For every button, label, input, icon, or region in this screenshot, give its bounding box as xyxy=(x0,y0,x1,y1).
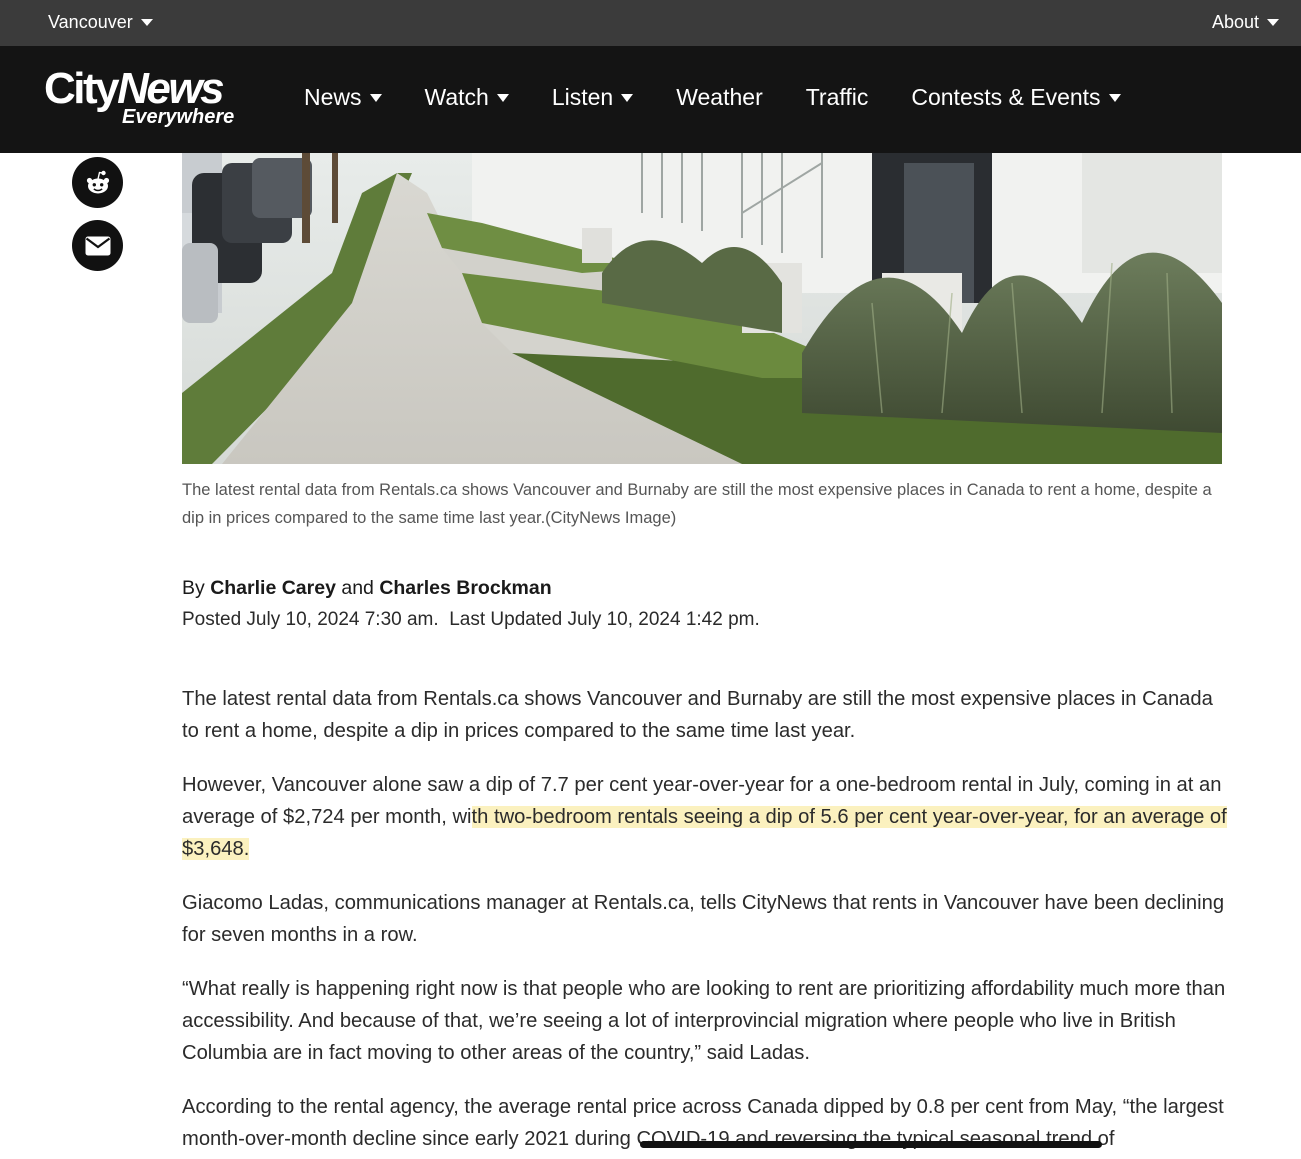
envelope-icon xyxy=(85,236,110,255)
article-byline: By Charlie Carey and Charles Brockman xyxy=(182,577,552,600)
post-timestamps: Posted July 10, 2024 7:30 am. Last Updat… xyxy=(182,609,760,630)
image-caption: The latest rental data from Rentals.ca s… xyxy=(182,481,1212,527)
reddit-icon xyxy=(86,170,109,193)
paragraph-1: The latest rental data from Rentals.ca s… xyxy=(182,688,1213,742)
citynews-logo[interactable]: CityNews Everywhere xyxy=(44,66,264,134)
home-indicator-bar xyxy=(640,1141,1102,1148)
paragraph-3: Giacomo Ladas, communications manager at… xyxy=(182,892,1225,946)
chevron-down-icon xyxy=(496,93,509,102)
top-utility-bar: Vancouver About xyxy=(0,0,1301,46)
author-link-2[interactable]: Charles Brockman xyxy=(379,577,551,599)
location-label: Vancouver xyxy=(48,12,133,32)
about-menu[interactable]: About xyxy=(1212,12,1279,33)
article-hero-image xyxy=(182,153,1222,464)
chevron-down-icon xyxy=(369,93,382,102)
nav-item-label: Traffic xyxy=(805,84,869,110)
nav-item-contests-events[interactable]: Contests & Events xyxy=(911,84,1121,111)
article-body: The latest rental data from Rentals.ca s… xyxy=(182,683,1227,1159)
chevron-down-icon xyxy=(140,19,153,26)
nav-item-label: Watch xyxy=(424,84,489,110)
nav-item-label: News xyxy=(304,84,362,110)
paragraph-4: “What really is happening right now is t… xyxy=(182,978,1226,1064)
main-navbar: CityNews Everywhere News Watch Listen We… xyxy=(0,46,1301,153)
logo-everywhere: Everywhere xyxy=(122,106,235,128)
chevron-down-icon xyxy=(1108,93,1121,102)
chevron-down-icon xyxy=(621,93,634,102)
chevron-down-icon xyxy=(1267,19,1279,26)
primary-nav: News Watch Listen Weather Traffic Contes… xyxy=(304,84,1164,111)
byline-by: By xyxy=(182,577,205,599)
paragraph-2: However, Vancouver alone saw a dip of 7.… xyxy=(182,769,1227,865)
share-reddit-button[interactable] xyxy=(72,157,123,208)
location-selector[interactable]: Vancouver xyxy=(48,12,153,33)
nav-item-listen[interactable]: Listen xyxy=(551,84,634,111)
nav-item-traffic[interactable]: Traffic xyxy=(806,84,869,111)
logo-city: City xyxy=(44,64,120,113)
nav-item-label: Contests & Events xyxy=(911,84,1101,110)
nav-item-label: Listen xyxy=(551,84,614,110)
nav-item-weather[interactable]: Weather xyxy=(676,84,763,111)
byline-and: and xyxy=(341,577,374,599)
author-link-1[interactable]: Charlie Carey xyxy=(210,577,336,599)
nav-item-news[interactable]: News xyxy=(304,84,382,111)
nav-item-label: Weather xyxy=(676,84,763,110)
share-email-button[interactable] xyxy=(72,220,123,271)
about-label: About xyxy=(1211,12,1259,32)
nav-item-watch[interactable]: Watch xyxy=(425,84,509,111)
